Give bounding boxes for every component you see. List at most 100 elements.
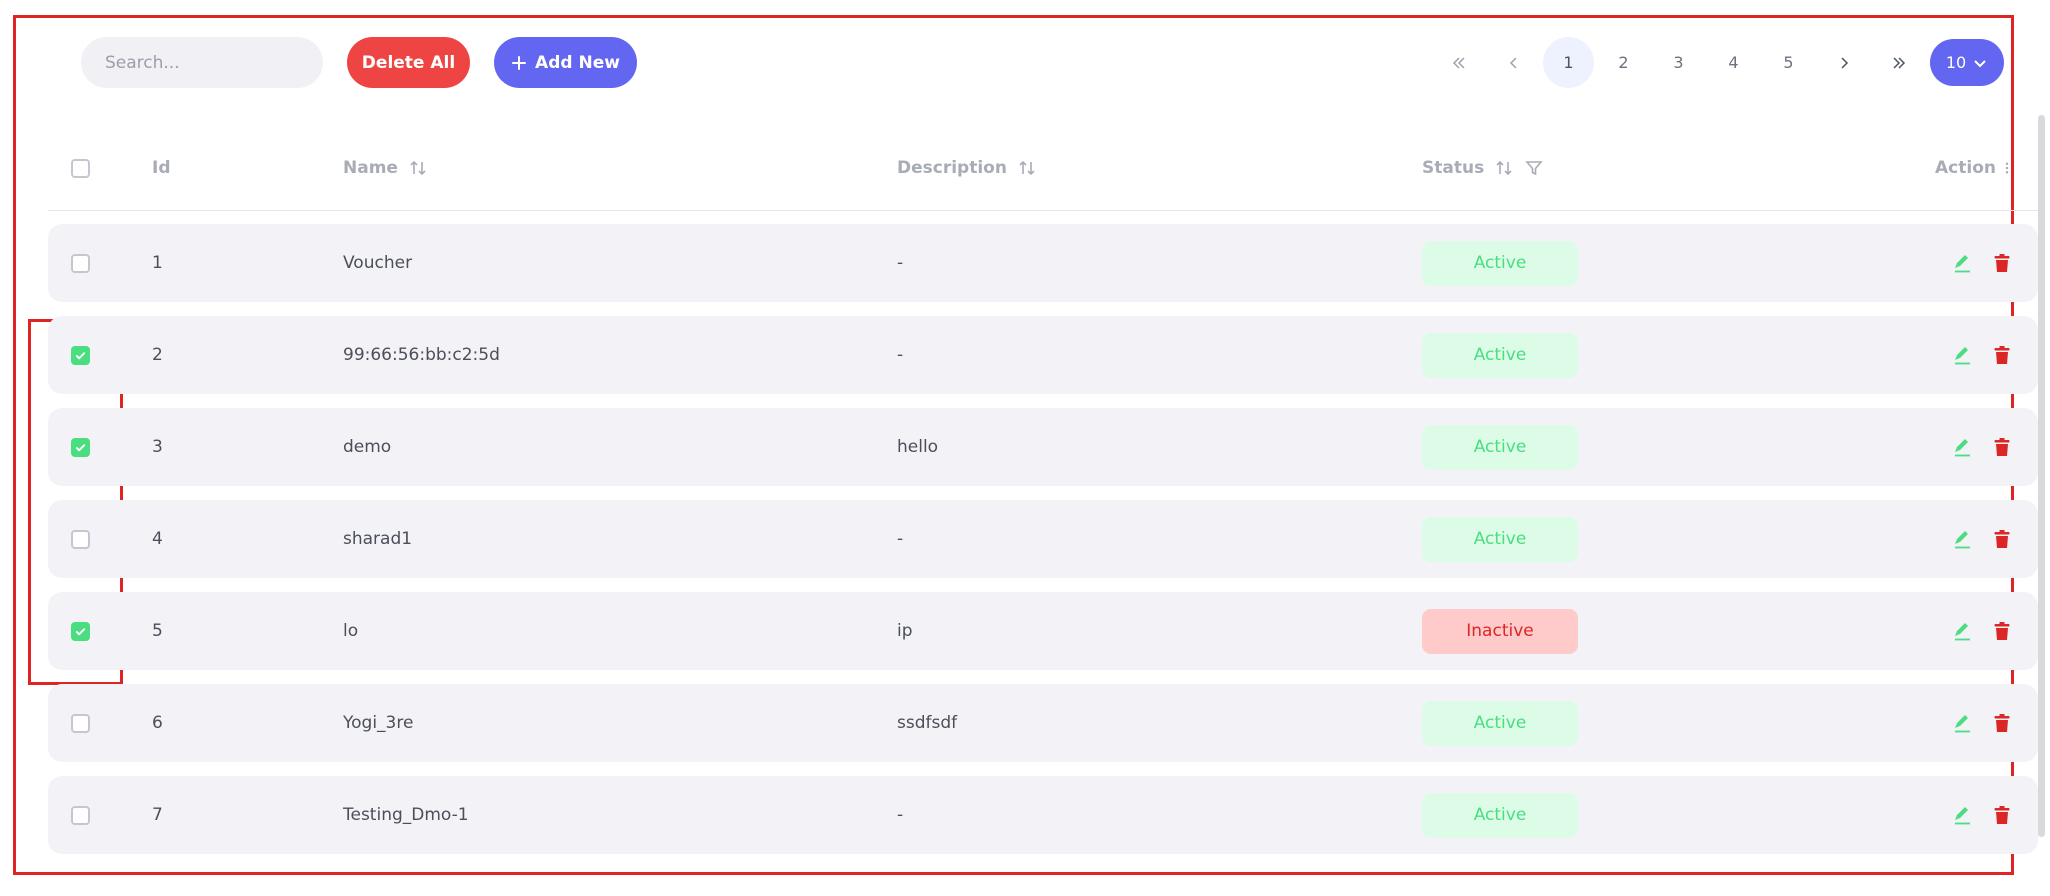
table-row[interactable]: 1 Voucher - Active: [48, 224, 2038, 302]
row-actions: [1951, 592, 2013, 670]
row-description: -: [897, 345, 904, 365]
edit-icon[interactable]: [1951, 252, 1973, 274]
row-checkbox[interactable]: [71, 805, 90, 825]
status-badge: Active: [1422, 240, 1578, 286]
table-row[interactable]: 2 99:66:56:bb:c2:5d - Active: [48, 316, 2038, 394]
row-checkbox[interactable]: [71, 345, 90, 365]
last-page-button[interactable]: [1873, 37, 1924, 88]
row-select-cell: [71, 776, 90, 854]
page-button-2[interactable]: 2: [1598, 37, 1649, 88]
edit-icon[interactable]: [1951, 712, 1973, 734]
next-page-button[interactable]: [1818, 37, 1869, 88]
row-actions: [1951, 316, 2013, 394]
trash-icon[interactable]: [1991, 620, 2013, 642]
row-checkbox[interactable]: [71, 253, 90, 273]
add-new-label: Add New: [535, 52, 620, 73]
row-id: 1: [152, 253, 163, 273]
row-status-cell: Active: [1422, 224, 1578, 302]
row-checkbox[interactable]: [71, 437, 90, 457]
row-description: -: [897, 805, 904, 825]
row-actions: [1951, 684, 2013, 762]
row-actions: [1951, 500, 2013, 578]
header-id: Id: [152, 135, 171, 201]
row-checkbox[interactable]: [71, 713, 90, 733]
select-all-checkbox[interactable]: [71, 158, 90, 178]
row-description: ssdfsdf: [897, 713, 958, 733]
status-badge: Active: [1422, 792, 1578, 838]
header-id-label: Id: [152, 158, 171, 178]
vertical-scrollbar[interactable]: [2038, 115, 2045, 837]
trash-icon[interactable]: [1991, 804, 2013, 826]
header-description-label: Description: [897, 158, 1007, 178]
table-header: Id Name Description Status Action: [48, 135, 2038, 210]
header-name[interactable]: Name: [343, 135, 428, 201]
trash-icon[interactable]: [1991, 252, 2013, 274]
sort-icon[interactable]: [1494, 158, 1514, 178]
row-status-cell: Active: [1422, 776, 1578, 854]
row-select-cell: [71, 408, 90, 486]
header-status[interactable]: Status: [1422, 135, 1544, 201]
row-actions: [1951, 408, 2013, 486]
filter-icon[interactable]: [1524, 158, 1544, 178]
row-status-cell: Active: [1422, 408, 1578, 486]
header-action: Action: [1935, 135, 2014, 201]
row-select-cell: [71, 316, 90, 394]
row-name: sharad1: [343, 529, 413, 549]
kebab-menu-icon[interactable]: [2000, 158, 2014, 178]
trash-icon[interactable]: [1991, 712, 2013, 734]
table-row[interactable]: 5 lo ip Inactive: [48, 592, 2038, 670]
page-button-3[interactable]: 3: [1653, 37, 1704, 88]
edit-icon[interactable]: [1951, 620, 1973, 642]
status-badge: Active: [1422, 332, 1578, 378]
first-page-button[interactable]: [1433, 37, 1484, 88]
status-badge: Active: [1422, 424, 1578, 470]
row-id: 3: [152, 437, 163, 457]
row-actions: [1951, 224, 2013, 302]
row-id: 6: [152, 713, 163, 733]
page-button-5[interactable]: 5: [1763, 37, 1814, 88]
edit-icon[interactable]: [1951, 436, 1973, 458]
row-name: Voucher: [343, 253, 413, 273]
search-input[interactable]: [81, 37, 323, 88]
table-row[interactable]: 4 sharad1 - Active: [48, 500, 2038, 578]
row-select-cell: [71, 500, 90, 578]
row-name: demo: [343, 437, 392, 457]
header-description[interactable]: Description: [897, 135, 1037, 201]
row-select-cell: [71, 592, 90, 670]
edit-icon[interactable]: [1951, 528, 1973, 550]
row-id: 4: [152, 529, 163, 549]
rows-per-page-select[interactable]: 10: [1930, 39, 2004, 86]
plus-icon: [511, 55, 527, 71]
edit-icon[interactable]: [1951, 344, 1973, 366]
row-id: 5: [152, 621, 163, 641]
page-button-4[interactable]: 4: [1708, 37, 1759, 88]
row-checkbox[interactable]: [71, 529, 90, 549]
delete-all-label: Delete All: [361, 52, 456, 73]
row-select-cell: [71, 684, 90, 762]
row-select-cell: [71, 224, 90, 302]
sort-icon[interactable]: [1017, 158, 1037, 178]
edit-icon[interactable]: [1951, 804, 1973, 826]
delete-all-button[interactable]: Delete All: [347, 37, 470, 88]
row-name: Yogi_3re: [343, 713, 414, 733]
select-all-cell: [71, 135, 90, 201]
trash-icon[interactable]: [1991, 436, 2013, 458]
page-button-1[interactable]: 1: [1543, 37, 1594, 88]
trash-icon[interactable]: [1991, 528, 2013, 550]
header-name-label: Name: [343, 158, 398, 178]
last-page-icon: [1891, 55, 1907, 71]
trash-icon[interactable]: [1991, 344, 2013, 366]
table-row[interactable]: 3 demo hello Active: [48, 408, 2038, 486]
add-new-button[interactable]: Add New: [494, 37, 637, 88]
prev-page-icon: [1506, 55, 1522, 71]
row-name: Testing_Dmo-1: [343, 805, 469, 825]
row-checkbox[interactable]: [71, 621, 90, 641]
next-page-icon: [1836, 55, 1852, 71]
prev-page-button[interactable]: [1488, 37, 1539, 88]
table-row[interactable]: 6 Yogi_3re ssdfsdf Active: [48, 684, 2038, 762]
table-row[interactable]: 7 Testing_Dmo-1 - Active: [48, 776, 2038, 854]
sort-icon[interactable]: [408, 158, 428, 178]
chevron-down-icon: [1972, 55, 1988, 71]
row-name: lo: [343, 621, 359, 641]
header-status-label: Status: [1422, 158, 1485, 178]
